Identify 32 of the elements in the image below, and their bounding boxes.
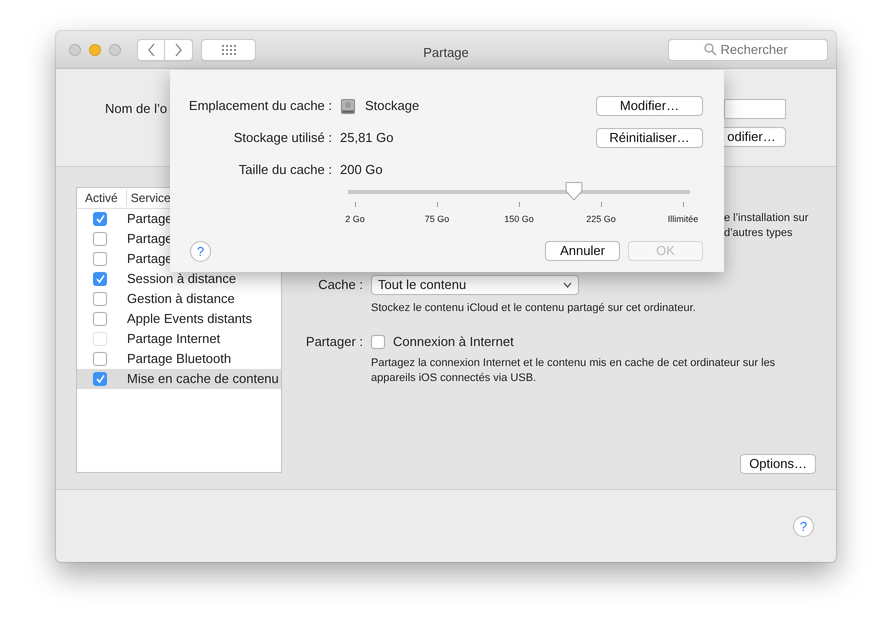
tick-label: 150 Go [503, 213, 535, 226]
window-title: Partage [423, 44, 469, 62]
column-header: Service [130, 190, 172, 207]
field-value: 25,81 Go [340, 129, 394, 148]
field-label: Emplacement du cache : [188, 97, 333, 116]
checkbox-label: Connexion à Internet [393, 333, 514, 351]
description-text: e l’installation sur [724, 211, 810, 226]
field-label: Taille du cache : [238, 161, 333, 180]
field-label: Nom de l’o [105, 100, 168, 118]
tick-label: 2 Go [344, 213, 366, 226]
service-name: Partage [127, 250, 173, 268]
dropdown-value: Tout le contenu [378, 276, 466, 294]
field-value: 200 Go [340, 161, 383, 180]
service-name: Partage Internet [127, 330, 220, 348]
field-label: Cache : [317, 276, 363, 294]
field-label: Stockage utilisé : [232, 129, 333, 148]
tick-label: Illimitée [666, 213, 700, 226]
service-name: Apple Events distants [127, 310, 252, 328]
service-name: Mise en cache de contenu [127, 370, 279, 388]
service-name: Gestion à distance [127, 290, 235, 308]
field-value: Stockage [365, 97, 420, 116]
service-name: Partage [127, 230, 173, 248]
service-name: Partage Bluetooth [127, 350, 232, 368]
tick-label: 225 Go [585, 213, 617, 226]
description-text: d’autres types [724, 226, 794, 241]
description-text: Partagez la connexion Internet et le contenu mis en cache de cet ordinateur sur les appareils iOS connectés via USB. [371, 356, 776, 386]
field-label: Partager : [304, 333, 363, 351]
column-header: Activé [77, 189, 127, 207]
tick-label: 75 Go [424, 213, 450, 226]
service-name: Partage [127, 210, 173, 228]
description-text: Stockez le contenu iCloud et le contenu partagé sur cet ordinateur. [371, 301, 697, 316]
service-name: Session à distance [127, 270, 236, 288]
